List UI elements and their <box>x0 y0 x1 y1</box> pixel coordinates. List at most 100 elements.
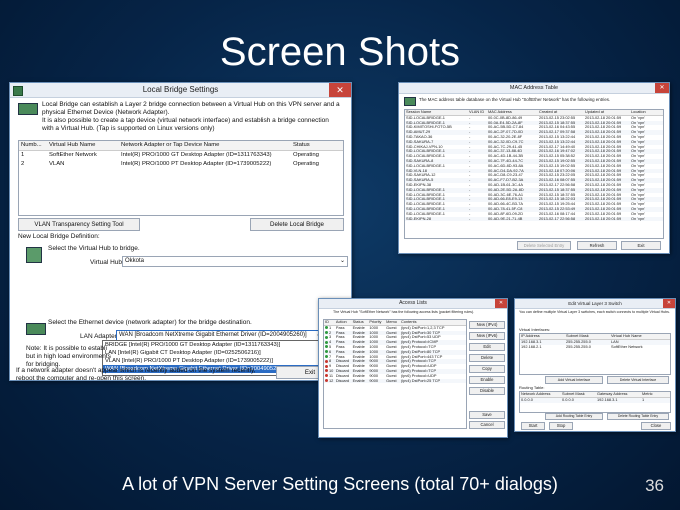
rule-action-button[interactable]: Delete <box>469 354 505 362</box>
table-row[interactable]: SID-EKIPN-28 - 00-AD-9E-21-71-4B 2013-02-17… <box>405 216 663 222</box>
table-row[interactable]: 0.0.0.0 0.0.0.0 192.168.3.1 1 <box>520 397 670 403</box>
interfaces-table[interactable]: IP Address Subnet Mask Virtual Hub Name … <box>519 333 671 375</box>
column-header[interactable]: Session Name <box>405 110 468 115</box>
column-header[interactable]: ID <box>324 320 335 325</box>
select-hub-label: Select the Virtual Hub to bridge. <box>48 245 140 252</box>
column-header[interactable]: VLAN ID <box>468 110 487 115</box>
close-icon[interactable]: ✕ <box>663 299 675 308</box>
column-header[interactable]: Updated at <box>584 110 630 115</box>
column-header[interactable]: Contents <box>400 320 466 325</box>
column-header[interactable]: MAC Address <box>487 110 538 115</box>
rule-id-text: 3 <box>329 335 332 340</box>
dropdown-option[interactable]: BRIDGE [Intel(R) PRO/1000 GT Desktop Ada… <box>103 341 327 349</box>
mac-address: 00-AD-9E-21-71-4B <box>488 216 523 221</box>
vlan-id: - <box>469 216 471 221</box>
add-interface-button[interactable]: Add Virtual Interface <box>545 376 603 384</box>
rule-action-button[interactable]: New (IPv4) <box>469 321 505 329</box>
start-button[interactable]: Start <box>521 422 545 430</box>
close-icon[interactable]: ✕ <box>329 83 351 97</box>
dropdown-option[interactable]: VLAN [Intel(R) PRO/1000 PT Desktop Adapt… <box>103 357 327 365</box>
column-header[interactable]: Created at <box>538 110 584 115</box>
stop-button[interactable]: Stop <box>549 422 573 430</box>
updated-at: 2013-02-18 20:01:59 <box>585 216 622 221</box>
column-header[interactable]: Network Address <box>520 392 561 397</box>
exit-button[interactable]: Exit <box>621 241 661 250</box>
pass-icon <box>325 350 328 354</box>
rule-memo: Guest <box>386 378 397 383</box>
rule-id-text: 10 <box>329 368 334 373</box>
rule-action-button[interactable]: Copy <box>469 365 505 373</box>
virtual-hub-icon <box>26 247 42 263</box>
mac-info-text: The MAC address table database on the Vi… <box>419 97 611 102</box>
column-header[interactable]: Memo <box>385 320 400 325</box>
rule-action-button[interactable]: New (IPv6) <box>469 332 505 340</box>
rule-action-button[interactable]: Enable <box>469 376 505 384</box>
vlan-transparency-button[interactable]: VLAN Transparency Setting Tool <box>18 218 140 231</box>
routing-label: Routing Table: <box>519 385 545 390</box>
subnet-mask: 0.0.0.0 <box>562 397 574 402</box>
hub-name: SoftEther Network <box>611 344 643 349</box>
column-header[interactable]: Location <box>630 110 661 115</box>
column-header[interactable]: Network Adapter or Tap Device Name <box>119 141 291 150</box>
column-header[interactable]: Numb... <box>19 141 47 150</box>
table-row[interactable]: 192.168.2.1 255.255.255.0 SoftEther Netw… <box>520 345 670 350</box>
pass-icon <box>325 331 328 335</box>
adapter-name: Intel(R) PRO/1000 PT Desktop Adapter (ID… <box>121 161 272 167</box>
mac-table[interactable]: Session Name VLAN ID MAC Address Created… <box>404 109 664 239</box>
add-route-button[interactable]: Add Routing Table Entry <box>545 413 603 420</box>
close-button[interactable]: Close <box>641 422 671 430</box>
delete-selected-entry-button[interactable]: Delete Selected Entry <box>517 241 571 250</box>
delete-interface-button[interactable]: Delete Virtual Interface <box>607 376 669 384</box>
window-title: Access Lists <box>399 300 427 306</box>
page-number: 36 <box>645 476 664 495</box>
discard-icon <box>325 369 328 373</box>
column-header[interactable]: Status <box>352 320 369 325</box>
slide-title: Screen Shots <box>219 30 461 74</box>
virtual-hub-select[interactable]: Okkota ⌄ <box>122 256 348 267</box>
l3-titlebar: Edit Virtual Layer 3 Switch ✕ <box>515 299 675 309</box>
column-header[interactable]: Action <box>335 320 352 325</box>
window-title: Local Bridge Settings <box>142 85 219 94</box>
table-row[interactable]: 1 SoftEther Network Intel(R) PRO/1000 GT… <box>19 151 343 160</box>
close-icon[interactable]: ✕ <box>655 83 669 93</box>
rule-action-button[interactable]: Disable <box>469 387 505 395</box>
refresh-button[interactable]: Refresh <box>577 241 617 250</box>
column-header[interactable]: Virtual Hub Name <box>610 334 669 339</box>
rule-status: Enable <box>352 378 365 383</box>
bridge-status: Operating <box>293 161 319 167</box>
ip-address: 192.168.2.1 <box>521 344 542 349</box>
bridge-table[interactable]: Numb... Virtual Hub Name Network Adapter… <box>18 140 344 216</box>
table-row[interactable]: 12 Discard Enable 9000 Guest (ipv4) DstPort=2… <box>324 378 466 384</box>
discard-icon <box>325 374 328 378</box>
column-header[interactable]: Subnet Mask <box>561 392 596 397</box>
column-header[interactable]: Subnet Mask <box>565 334 610 339</box>
rules-table[interactable]: ID Action Status Priority Memo Contents … <box>323 319 467 429</box>
routing-table[interactable]: Network Address Subnet Mask Gateway Addr… <box>519 391 671 413</box>
mac-rows: SID-LOCALBRIDGE-1-00-0C-0B-8D-86-49 2013-… <box>405 116 663 222</box>
rules-info-text: The Virtual Hub "SoftEther Network" has … <box>333 310 475 314</box>
save-button[interactable]: Save <box>469 411 505 419</box>
location: On 'vpn' <box>631 216 646 221</box>
column-header[interactable]: Virtual Hub Name <box>47 141 119 150</box>
pass-icon <box>325 345 328 349</box>
network-adapter-icon <box>18 103 38 115</box>
intro-text: Local Bridge can establish a Layer 2 bri… <box>42 101 340 116</box>
rule-id-text: 5 <box>329 344 332 349</box>
column-header[interactable]: Metric <box>641 392 668 397</box>
delete-route-button[interactable]: Delete Routing Table Entry <box>607 413 669 420</box>
hub-name: SoftEther Network <box>49 152 97 158</box>
column-header[interactable]: Priority <box>368 320 385 325</box>
rules-titlebar: Access Lists ✕ <box>319 299 507 309</box>
cancel-button[interactable]: Cancel <box>469 421 505 429</box>
note-line-2: but in high load environments <box>26 353 111 360</box>
close-icon[interactable]: ✕ <box>495 299 507 308</box>
column-header[interactable]: Gateway Address <box>596 392 641 397</box>
column-header[interactable]: IP Address <box>520 334 565 339</box>
delete-local-bridge-button[interactable]: Delete Local Bridge <box>250 218 344 231</box>
dropdown-option[interactable]: LAN [Intel(R) Gigabit CT Desktop Adapter… <box>103 349 327 357</box>
mac-titlebar: MAC Address Table ✕ <box>399 83 669 94</box>
table-header: Numb... Virtual Hub Name Network Adapter… <box>19 141 343 151</box>
column-header[interactable]: Status <box>291 141 343 150</box>
table-row[interactable]: 2 VLAN Intel(R) PRO/1000 PT Desktop Adap… <box>19 160 343 169</box>
rule-action-button[interactable]: Edit <box>469 343 505 351</box>
